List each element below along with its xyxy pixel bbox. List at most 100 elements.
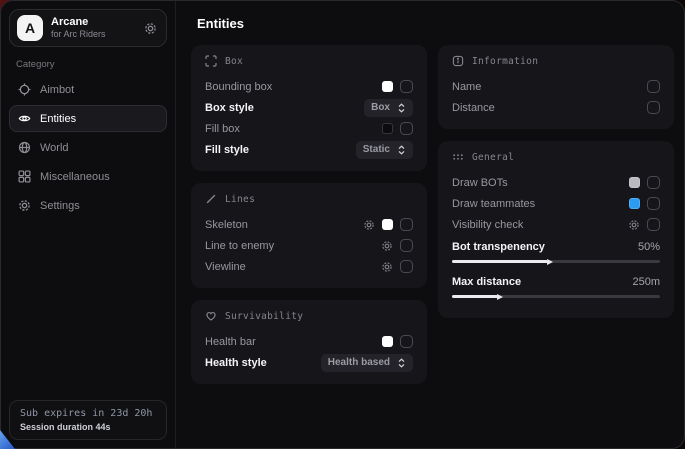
setting-label: Skeleton	[205, 219, 248, 231]
setting-label: Viewline	[205, 261, 246, 273]
survivability-card: Survivability Health bar Health style	[191, 300, 427, 384]
globe-icon	[18, 141, 31, 154]
bot-transpenency-slider[interactable]	[452, 260, 660, 263]
sidebar: A Arcane for Arc Riders Category Aimbot	[1, 1, 176, 448]
sidebar-item-label: World	[40, 142, 69, 154]
sidebar-item-miscellaneous[interactable]: Miscellaneous	[9, 163, 167, 190]
setting-label: Fill style	[205, 144, 249, 156]
box-style-dropdown[interactable]: Box	[364, 99, 413, 117]
fill-style-dropdown[interactable]: Static	[356, 141, 413, 159]
color-swatch[interactable]	[629, 177, 640, 188]
session-duration-text: Session duration 44s	[20, 422, 156, 432]
checkbox[interactable]	[400, 122, 413, 135]
left-column: Box Bounding box Box style Box	[191, 45, 427, 384]
setting-row-bounding-box: Bounding box	[205, 76, 413, 97]
chevron-updown-icon	[397, 103, 406, 113]
sidebar-item-label: Entities	[40, 113, 76, 125]
card-header-label: Lines	[225, 194, 255, 205]
category-label: Category	[16, 59, 167, 70]
setting-label: Health style	[205, 357, 267, 369]
checkbox[interactable]	[647, 176, 660, 189]
dropdown-value: Health based	[328, 357, 390, 368]
checkbox[interactable]	[647, 80, 660, 93]
checkbox[interactable]	[647, 101, 660, 114]
slider-value: 250m	[632, 276, 660, 288]
grid-icon	[18, 170, 31, 183]
dots-grid-icon	[452, 151, 464, 163]
sidebar-item-label: Aimbot	[40, 84, 74, 96]
info-icon	[452, 55, 464, 67]
information-card: Information Name Distance	[438, 45, 674, 129]
slider-handle[interactable]	[547, 259, 553, 265]
color-swatch[interactable]	[382, 219, 393, 230]
checkbox[interactable]	[400, 80, 413, 93]
setting-label: Draw BOTs	[452, 177, 508, 189]
row-gear-icon[interactable]	[381, 240, 393, 252]
setting-row-skeleton: Skeleton	[205, 214, 413, 235]
setting-row-fill-style: Fill style Static	[205, 139, 413, 160]
setting-row-draw-teammates: Draw teammates	[452, 193, 660, 214]
subscription-info-card: Sub expires in 23d 20h Session duration …	[9, 400, 167, 440]
setting-row-distance: Distance	[452, 97, 660, 118]
crosshair-icon	[18, 83, 31, 96]
color-swatch[interactable]	[629, 198, 640, 209]
app-window: A Arcane for Arc Riders Category Aimbot	[0, 0, 685, 449]
row-gear-icon[interactable]	[381, 261, 393, 273]
checkbox[interactable]	[400, 335, 413, 348]
max-distance-group: Max distance 250m	[452, 272, 660, 298]
setting-row-box-style: Box style Box	[205, 97, 413, 118]
sidebar-item-world[interactable]: World	[9, 134, 167, 161]
card-header-label: Information	[472, 56, 538, 67]
right-column: Information Name Distance	[438, 45, 674, 384]
row-gear-icon[interactable]	[363, 219, 375, 231]
setting-row-name: Name	[452, 76, 660, 97]
sidebar-item-label: Miscellaneous	[40, 171, 110, 183]
checkbox[interactable]	[400, 218, 413, 231]
card-header-label: Survivability	[225, 311, 303, 322]
setting-row-health-bar: Health bar	[205, 331, 413, 352]
checkbox[interactable]	[647, 218, 660, 231]
sidebar-item-entities[interactable]: Entities	[9, 105, 167, 132]
slider-handle[interactable]	[497, 294, 503, 300]
color-swatch[interactable]	[382, 123, 393, 134]
slider-label: Bot transpenency	[452, 241, 545, 253]
heart-icon	[205, 310, 217, 322]
setting-row-draw-bots: Draw BOTs	[452, 172, 660, 193]
checkbox[interactable]	[400, 260, 413, 273]
chevron-updown-icon	[397, 145, 406, 155]
bot-transpenency-group: Bot transpenency 50%	[452, 237, 660, 263]
checkbox[interactable]	[400, 239, 413, 252]
color-swatch[interactable]	[382, 81, 393, 92]
main-panel: Entities Box Bounding box	[176, 1, 685, 448]
profile-gear-icon[interactable]	[144, 22, 157, 35]
box-corners-icon	[205, 55, 217, 67]
app-name: Arcane	[51, 16, 106, 30]
setting-label: Line to enemy	[205, 240, 274, 252]
slider-value: 50%	[638, 241, 660, 253]
sidebar-item-settings[interactable]: Settings	[9, 192, 167, 219]
setting-label: Draw teammates	[452, 198, 535, 210]
setting-label: Distance	[452, 102, 495, 114]
diagonal-line-icon	[205, 193, 217, 205]
setting-row-viewline: Viewline	[205, 256, 413, 277]
app-logo: A	[17, 15, 43, 41]
health-style-dropdown[interactable]: Health based	[321, 354, 413, 372]
lines-card: Lines Skeleton Line to enemy	[191, 183, 427, 288]
profile-card: A Arcane for Arc Riders	[9, 9, 167, 47]
setting-row-health-style: Health style Health based	[205, 352, 413, 373]
dropdown-value: Static	[363, 144, 390, 155]
color-swatch[interactable]	[382, 336, 393, 347]
max-distance-slider[interactable]	[452, 295, 660, 298]
setting-row-line-to-enemy: Line to enemy	[205, 235, 413, 256]
checkbox[interactable]	[647, 197, 660, 210]
sidebar-item-aimbot[interactable]: Aimbot	[9, 76, 167, 103]
app-tagline: for Arc Riders	[51, 29, 106, 40]
dropdown-value: Box	[371, 102, 390, 113]
box-card: Box Bounding box Box style Box	[191, 45, 427, 171]
entities-eye-icon	[18, 112, 31, 125]
slider-label: Max distance	[452, 276, 521, 288]
sidebar-item-label: Settings	[40, 200, 80, 212]
setting-row-visibility-check: Visibility check	[452, 214, 660, 235]
row-gear-icon[interactable]	[628, 219, 640, 231]
gear-icon	[18, 199, 31, 212]
